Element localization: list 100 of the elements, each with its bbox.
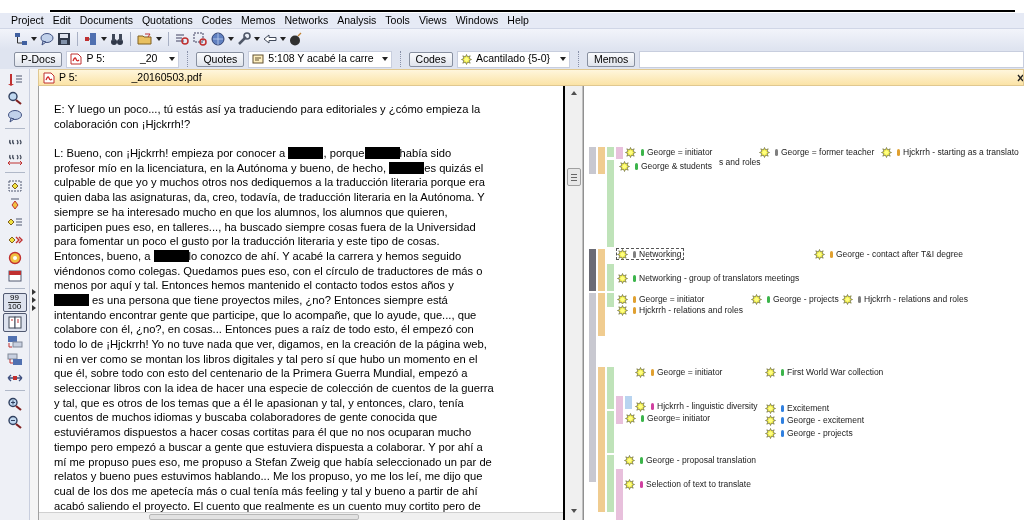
window-icon[interactable] <box>6 352 23 367</box>
menu-item[interactable]: Help <box>506 12 530 29</box>
code-search-icon[interactable] <box>175 32 190 46</box>
hierarchy-icon[interactable] <box>14 32 28 46</box>
horizontal-scrollbar[interactable] <box>39 512 563 520</box>
window-icon[interactable] <box>6 334 23 349</box>
text-line: E: Y luego un poco..., tú estás así ya traduciendo para editoriales y ¿cómo empieza la <box>54 102 481 117</box>
code-tag[interactable]: George - projects <box>750 293 841 305</box>
filter-button[interactable]: Memos <box>586 51 636 67</box>
code-tag[interactable]: George - proposal translation <box>623 454 759 466</box>
code-tag[interactable]: George - projects <box>764 427 855 439</box>
menu-item[interactable]: Edit <box>51 12 72 29</box>
zoom-in-icon[interactable] <box>6 396 23 411</box>
menu-item[interactable]: Quotations <box>140 12 194 29</box>
filter-button[interactable]: Codes <box>408 51 453 67</box>
scroll-down-icon[interactable] <box>569 508 578 514</box>
caret-icon[interactable] <box>381 57 388 61</box>
code-tag[interactable]: George - contact after T&I degree <box>813 248 965 260</box>
sun-icon <box>765 366 776 378</box>
code-tag[interactable]: Hjckrrh - starting as a translato <box>880 146 1021 158</box>
arrows-icon[interactable] <box>6 72 23 87</box>
caret-icon[interactable] <box>156 37 162 41</box>
redaction-bar <box>54 294 89 307</box>
menu-item[interactable]: Memos <box>240 12 277 29</box>
sun-icon <box>625 412 636 424</box>
caret-icon[interactable] <box>101 37 107 41</box>
code-label: Hjckrrh - linguistic diversity <box>657 401 758 411</box>
caret-icon[interactable] <box>228 37 234 41</box>
code-tag[interactable]: Hjckrrh - relations and roles <box>616 304 745 316</box>
wrench-icon[interactable] <box>237 32 251 46</box>
calendar-icon[interactable] <box>6 268 23 283</box>
bomb-icon[interactable] <box>289 32 303 46</box>
code-label: George - proposal translation <box>646 455 757 465</box>
caret-icon[interactable] <box>254 37 260 41</box>
menu-item[interactable]: Analysis <box>336 12 378 29</box>
menu-item[interactable]: Tools <box>384 12 411 29</box>
page-icon <box>7 316 22 329</box>
scroll-up-icon[interactable] <box>569 90 578 96</box>
code-tag[interactable]: Excitement <box>764 402 832 414</box>
search-icon[interactable] <box>6 90 23 105</box>
document-tab[interactable]: P 5: _20160503.pdf <box>38 69 1024 86</box>
menu-item[interactable]: Views <box>417 12 448 29</box>
sun-icon <box>617 293 628 305</box>
code-tag[interactable]: George = initiator <box>616 293 707 305</box>
folder-icon[interactable] <box>137 32 153 46</box>
save-icon[interactable] <box>57 32 71 46</box>
code-label: Hjckrrh - starting as a translato <box>903 147 1019 157</box>
code-tag[interactable]: Hjckrrh - relations and roles <box>841 293 970 305</box>
text-line: cuentos de muchos idiomas y buscaba colaboradores de gente conocida que <box>54 410 438 426</box>
sun-icon <box>842 293 853 305</box>
menu-item[interactable]: Project <box>10 12 45 29</box>
sun-icon <box>765 414 776 426</box>
code-tag[interactable]: George = initiator <box>624 146 715 158</box>
binoculars-icon[interactable] <box>110 32 124 46</box>
code-tag[interactable]: First World War collection <box>764 366 886 378</box>
text-line: es una persona que tiene proyectos miles, ¿no? Entonces siempre está <box>91 292 448 308</box>
zoom-out-icon[interactable] <box>6 414 23 429</box>
filter-button[interactable]: Quotes <box>196 51 245 67</box>
globe-icon[interactable] <box>211 32 225 46</box>
redaction-bar <box>389 162 425 175</box>
sun-icon <box>617 248 628 260</box>
code-tag[interactable]: George - excitement <box>764 414 866 426</box>
menu-item[interactable]: Documents <box>78 12 134 29</box>
code-label: George & students <box>641 161 712 171</box>
toggle-button[interactable]: 99 100 <box>2 293 27 312</box>
toggle-button[interactable] <box>2 313 27 332</box>
code-tag[interactable]: Hjckrrh - linguistic diversity <box>634 400 760 412</box>
quote-arrows-icon[interactable] <box>6 152 23 167</box>
code-tag[interactable]: Networking - group of translators meetings <box>616 272 802 284</box>
menu-item[interactable]: Windows <box>454 12 500 29</box>
speech-bubble-icon[interactable] <box>6 108 23 123</box>
code-search-icon[interactable] <box>193 32 208 46</box>
vertical-scrollbar[interactable] <box>565 86 583 520</box>
network-icon[interactable] <box>84 32 98 46</box>
sun-icon <box>751 293 762 305</box>
menu-item[interactable]: Networks <box>283 12 330 29</box>
menu-item[interactable]: Codes <box>200 12 234 29</box>
memo-field[interactable] <box>639 50 1024 68</box>
close-icon[interactable] <box>1017 74 1023 82</box>
back-arrow-icon[interactable] <box>263 32 277 46</box>
scroll-thumb[interactable] <box>566 168 581 186</box>
dropdown[interactable]: 5:108 Y acabé la carre <box>248 50 392 68</box>
filter-button[interactable]: P-Docs <box>14 51 63 67</box>
sun-icon <box>619 160 630 172</box>
code-tag[interactable]: George & students <box>618 160 714 172</box>
code-tag[interactable]: George= initiator <box>624 412 713 424</box>
dropdown[interactable]: P 5: _20 <box>66 50 180 68</box>
speech-bubble-icon[interactable] <box>40 32 54 46</box>
code-tag[interactable]: Selection of text to translate <box>623 478 753 490</box>
text-line: tiempo pero empezó a buscar a gente que estuviera dispuesta a colaborar. Y por ahí a <box>54 439 483 455</box>
caret-icon[interactable] <box>169 57 176 61</box>
caret-icon[interactable] <box>31 37 37 41</box>
text-line: para fomentar un poco el gusto por la traducción literaria y este tipo de cosas. <box>54 234 440 249</box>
caret-icon[interactable] <box>280 37 286 41</box>
code-tag[interactable]: George = initiator <box>634 366 725 378</box>
grid-icon[interactable] <box>6 178 23 193</box>
code-tag[interactable]: George = former teacher <box>758 146 877 158</box>
dropdown[interactable]: Acantilado {5-0} <box>456 50 570 68</box>
code-tag[interactable]: Networking <box>616 248 684 260</box>
caret-icon[interactable] <box>559 57 566 61</box>
